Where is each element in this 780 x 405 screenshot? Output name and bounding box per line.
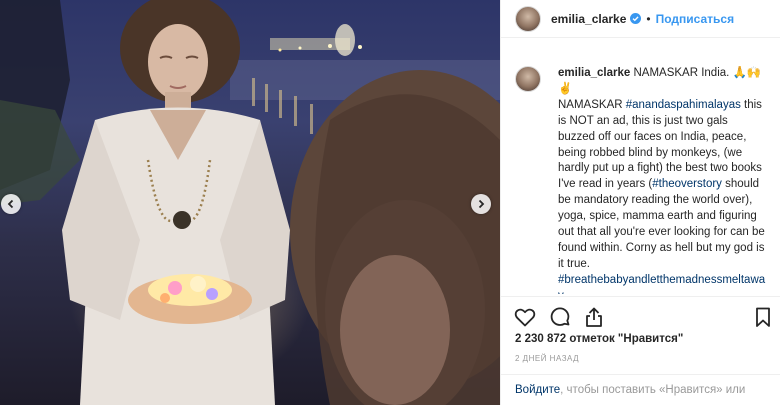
login-prompt-text: , чтобы поставить «Нравится» или	[560, 384, 746, 396]
caption-part-3: should be mandatory reading the world ov…	[558, 178, 765, 270]
header-username[interactable]: emilia_clarke	[551, 12, 626, 26]
share-icon[interactable]	[582, 305, 606, 329]
separator-dot: •	[646, 11, 651, 26]
bookmark-icon[interactable]	[751, 305, 775, 329]
likes-count[interactable]: 2 230 872 отметок "Нравится"	[515, 333, 683, 345]
next-photo-button[interactable]	[471, 194, 491, 214]
post-side-panel: emilia_clarke • Подписаться emilia_clark…	[500, 0, 780, 405]
comment-icon[interactable]	[548, 305, 572, 329]
caption-text: emilia_clarke NAMASKAR India. 🙏🙌✌ NAMASK…	[558, 66, 768, 294]
photo-scene	[0, 0, 500, 405]
avatar[interactable]	[515, 5, 541, 32]
caption-avatar[interactable]	[515, 66, 541, 92]
chevron-right-icon	[478, 199, 485, 209]
post-header: emilia_clarke • Подписаться	[501, 0, 780, 38]
previous-photo-button[interactable]	[1, 194, 21, 214]
login-prompt: Войдите, чтобы поставить «Нравится» или	[501, 374, 780, 405]
follow-button[interactable]: Подписаться	[656, 12, 734, 26]
caption-username[interactable]: emilia_clarke	[558, 67, 630, 79]
caption-area: emilia_clarke NAMASKAR India. 🙏🙌✌ NAMASK…	[501, 52, 780, 294]
chevron-left-icon	[7, 199, 14, 209]
action-bar	[501, 296, 780, 336]
hashtag-link[interactable]: #theoverstory	[652, 178, 722, 190]
caption-part-2: this is NOT an ad, this is just two gals…	[558, 98, 762, 191]
verified-badge-icon	[630, 13, 642, 24]
post-photo[interactable]	[0, 0, 500, 405]
login-link[interactable]: Войдите	[515, 384, 560, 396]
caption-part-1: NAMASKAR	[558, 98, 626, 111]
hashtag-link[interactable]: #anandaspahimalayas	[626, 99, 741, 111]
hashtag-link[interactable]: #breathebabyandletthemadnessmeltaway	[558, 274, 765, 294]
post-timestamp[interactable]: 2 дней назад	[515, 354, 579, 363]
heart-icon[interactable]	[513, 305, 537, 329]
